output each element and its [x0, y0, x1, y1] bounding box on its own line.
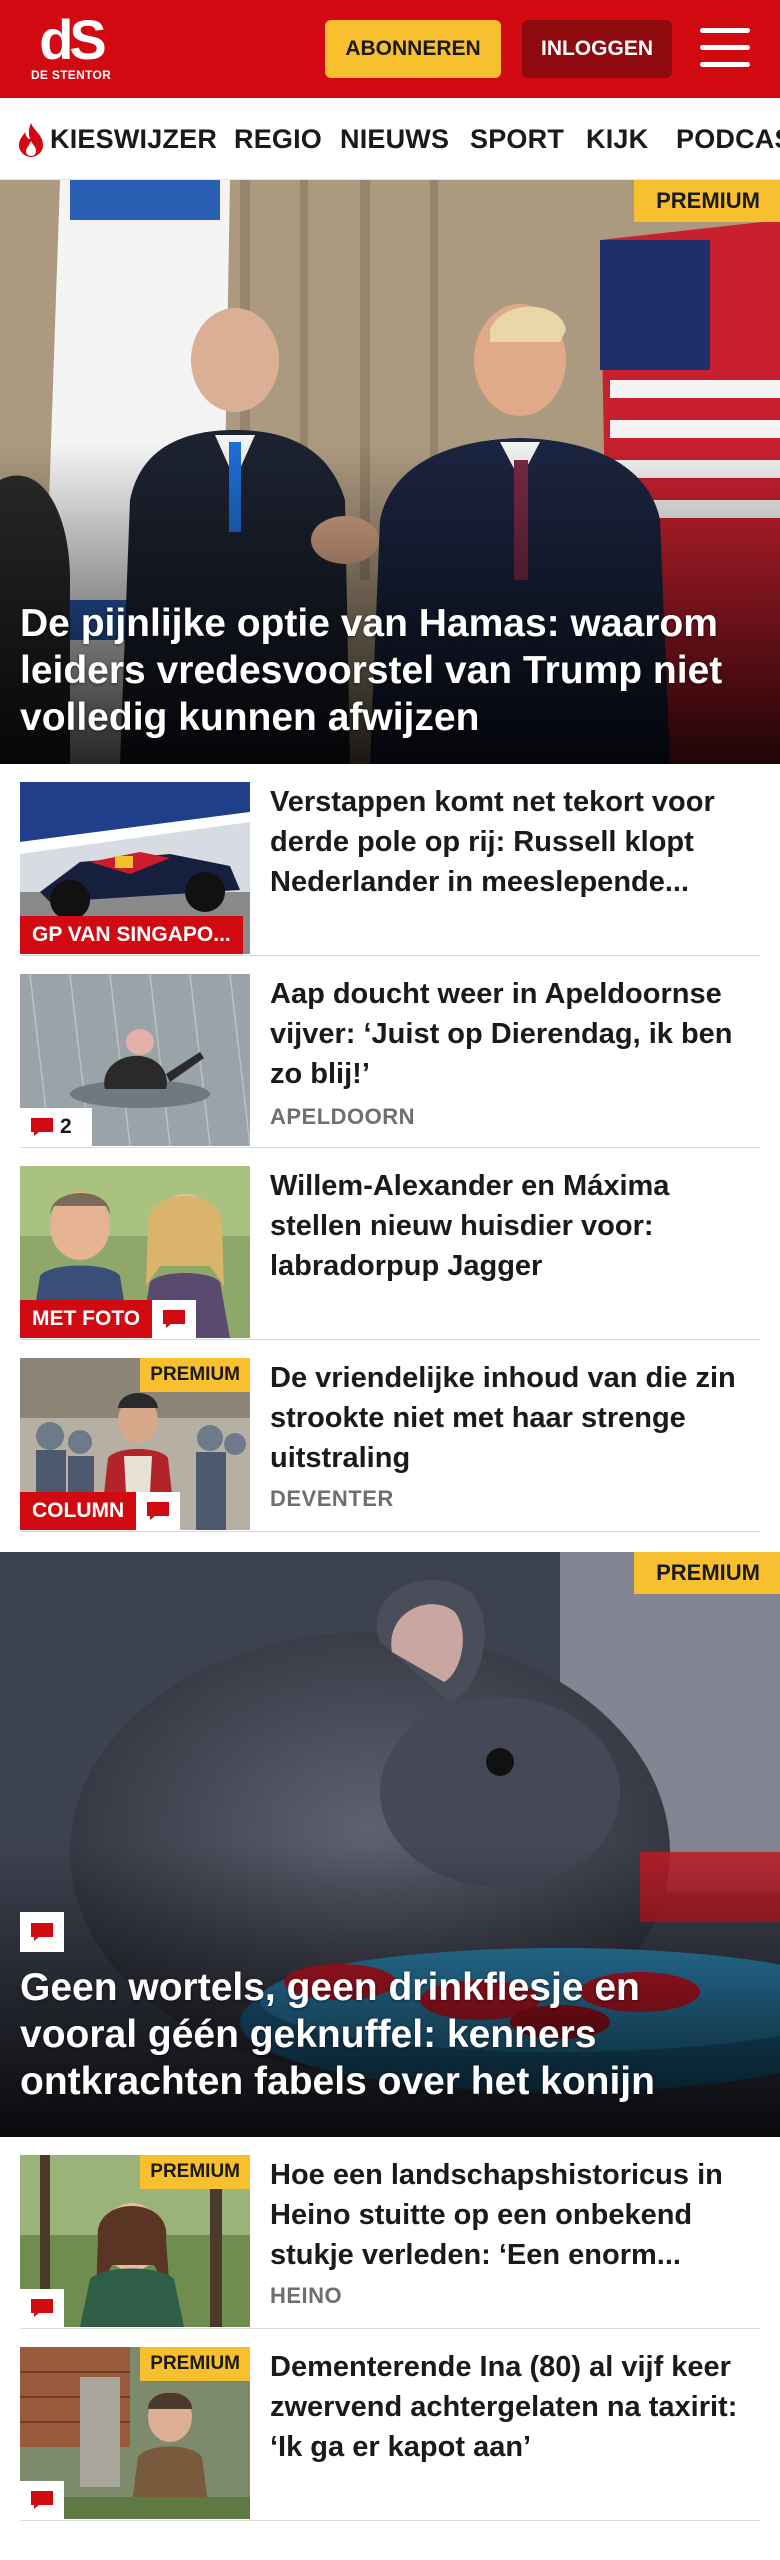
- premium-badge: PREMIUM: [634, 180, 780, 222]
- comment-button[interactable]: [136, 1492, 180, 1530]
- article-title[interactable]: De vriendelijke inhoud van die zin stroo…: [270, 1358, 760, 1478]
- article-location: HEINO: [270, 2283, 343, 2308]
- premium-badge: PREMIUM: [140, 2347, 250, 2381]
- comment-button[interactable]: [152, 1300, 196, 1338]
- subscribe-button[interactable]: ABONNEREN: [325, 20, 501, 78]
- premium-badge: PREMIUM: [140, 1358, 250, 1392]
- flame-icon: [19, 123, 43, 157]
- category-label: COLUMN: [20, 1492, 137, 1530]
- comment-icon: [31, 1118, 53, 1136]
- list-item[interactable]: GP VAN SINGAPO... Verstappen komt net te…: [20, 764, 760, 956]
- list-item[interactable]: PREMIUM COLUMN De vriendelijke inhoud va…: [20, 1340, 760, 1532]
- article-title[interactable]: Aap doucht weer in Apeldoornse vijver: ‘…: [270, 974, 760, 1094]
- article-thumbnail[interactable]: MET FOTO: [20, 1166, 250, 1338]
- article-thumbnail[interactable]: PREMIUM COLUMN: [20, 1358, 250, 1530]
- logo-text: DE STENTOR: [30, 68, 112, 82]
- article-title[interactable]: Verstappen komt net tekort voor derde po…: [270, 782, 760, 902]
- hero-article[interactable]: PREMIUM Geen wortels, geen drinkflesje e…: [0, 1552, 780, 2137]
- article-thumbnail[interactable]: GP VAN SINGAPO...: [20, 782, 250, 954]
- top-bar: dS DE STENTOR ABONNEREN INLOGGEN: [0, 0, 780, 98]
- article-location: DEVENTER: [270, 1486, 394, 1511]
- comment-button[interactable]: [20, 2289, 64, 2327]
- premium-badge: PREMIUM: [634, 1552, 780, 1594]
- article-location: APELDOORN: [270, 1104, 416, 1129]
- article-thumbnail[interactable]: 2: [20, 974, 250, 1146]
- comment-button[interactable]: [20, 1912, 64, 1952]
- menu-icon[interactable]: [700, 26, 750, 70]
- login-button[interactable]: INLOGGEN: [522, 20, 672, 78]
- category-label: MET FOTO: [20, 1300, 153, 1338]
- list-item[interactable]: PREMIUM Hoe een landschapshistoricus in …: [20, 2137, 760, 2329]
- main-nav: KIESWIJZER REGIO NIEUWS SPORT KIJK PODCA…: [0, 98, 780, 180]
- article-title[interactable]: Willem-Alexander en Máxima stellen nieuw…: [270, 1166, 760, 1286]
- nav-item-nieuws[interactable]: NIEUWS: [340, 124, 449, 154]
- article-title[interactable]: Hoe een landschapshistoricus in Heino st…: [270, 2155, 760, 2275]
- comment-icon: [31, 1923, 53, 1941]
- comment-button[interactable]: [20, 2481, 64, 2519]
- article-thumbnail[interactable]: PREMIUM: [20, 2155, 250, 2327]
- hero-title[interactable]: De pijnlijke optie van Hamas: waarom lei…: [20, 600, 760, 741]
- nav-item-sport[interactable]: SPORT: [470, 124, 564, 154]
- article-thumbnail[interactable]: PREMIUM: [20, 2347, 250, 2519]
- logo-mark: dS: [39, 8, 107, 71]
- premium-badge: PREMIUM: [140, 2155, 250, 2189]
- nav-item-kieswijzer[interactable]: KIESWIJZER: [50, 124, 217, 154]
- hero-title[interactable]: Geen wortels, geen drinkflesje en vooral…: [20, 1964, 760, 2105]
- comment-icon: [31, 2299, 53, 2317]
- hero-article[interactable]: PREMIUM De pijnlijke optie van Hamas: wa…: [0, 180, 780, 764]
- comment-icon: [147, 1502, 169, 1520]
- nav-item-podcast[interactable]: PODCAST: [676, 124, 780, 154]
- article-title[interactable]: Dementerende Ina (80) al vijf keer zwerv…: [270, 2347, 760, 2467]
- nav-item-regio[interactable]: REGIO: [234, 124, 322, 154]
- list-item[interactable]: 2 Aap doucht weer in Apeldoornse vijver:…: [20, 956, 760, 1148]
- nav-item-kijk[interactable]: KIJK: [586, 124, 648, 154]
- comment-count[interactable]: 2: [20, 1108, 92, 1146]
- list-item[interactable]: MET FOTO Willem-Alexander en Máxima stel…: [20, 1148, 760, 1340]
- list-item[interactable]: PREMIUM Dementerende Ina (80) al vijf ke…: [20, 2329, 760, 2521]
- comment-icon: [31, 2491, 53, 2509]
- comment-icon: [163, 1310, 185, 1328]
- logo[interactable]: dS DE STENTOR: [28, 12, 114, 86]
- category-label: GP VAN SINGAPO...: [20, 916, 243, 954]
